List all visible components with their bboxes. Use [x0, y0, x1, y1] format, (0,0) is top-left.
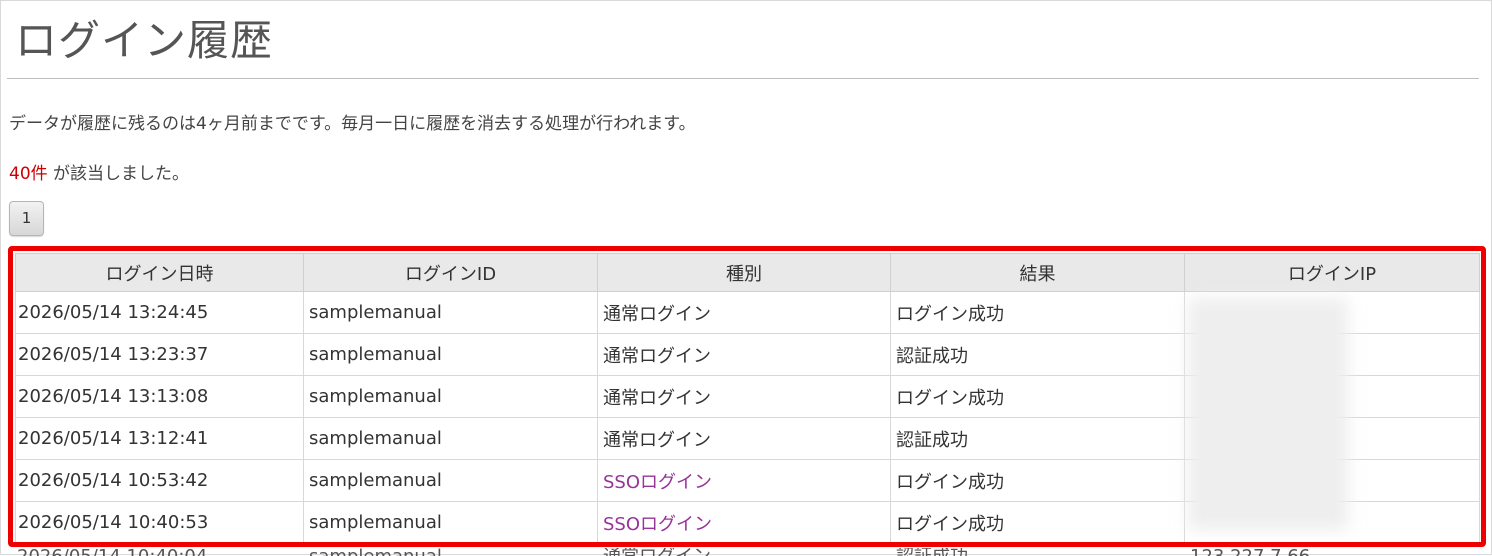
result-count: 40件 — [9, 164, 48, 184]
cell-type: 通常ログイン — [597, 333, 891, 376]
cell-login-id: samplemanual — [303, 375, 598, 418]
column-header-login-id: ログインID — [303, 253, 598, 292]
cell-result: 認証成功 — [890, 417, 1185, 460]
cell-datetime: 2026/05/14 13:12:41 — [15, 417, 304, 460]
cell-result: 認証成功 — [890, 333, 1185, 376]
column-header-type: 種別 — [597, 253, 891, 292]
result-suffix: が該当しました。 — [47, 164, 190, 184]
retention-notice: データが履歴に残るのは4ヶ月前までです。毎月一日に履歴を消去する処理が行われます… — [9, 114, 696, 134]
cell-datetime: 2026/05/14 13:23:37 — [15, 333, 304, 376]
cell-type: 通常ログイン — [597, 291, 891, 334]
cell-result: ログイン成功 — [890, 291, 1185, 334]
column-header-result: 結果 — [890, 253, 1185, 292]
cell-datetime: 2026/05/14 10:53:42 — [15, 459, 304, 502]
cell-login-id: samplemanual — [303, 417, 598, 460]
sso-login-link[interactable]: SSOログイン — [603, 472, 712, 493]
cell-type: 通常ログイン — [597, 375, 891, 418]
page-title: ログイン履歴 — [15, 16, 274, 65]
cell-login-id: samplemanual — [303, 459, 598, 502]
cell-login-id: samplemanual — [303, 501, 598, 544]
cell-result: ログイン成功 — [890, 375, 1185, 418]
cell-type: SSOログイン — [597, 501, 891, 544]
cell-type: SSOログイン — [597, 459, 891, 502]
pagination-page-1-button[interactable]: 1 — [9, 201, 44, 236]
cell-login-id: samplemanual — [303, 333, 598, 376]
cell-login-id: samplemanual — [303, 291, 598, 334]
sso-login-link[interactable]: SSOログイン — [603, 514, 712, 535]
cell-datetime: 2026/05/14 10:40:53 — [15, 501, 304, 544]
cell-datetime: 2026/05/14 13:13:08 — [15, 375, 304, 418]
title-divider — [7, 78, 1479, 79]
column-header-login-ip: ログインIP — [1184, 253, 1480, 292]
cell-result: ログイン成功 — [890, 459, 1185, 502]
cell-datetime: 2026/05/14 13:24:45 — [15, 291, 304, 334]
cell-type: 通常ログイン — [597, 417, 891, 460]
result-summary: 40件 が該当しました。 — [9, 162, 189, 186]
cell-result: ログイン成功 — [890, 501, 1185, 544]
ip-redaction-blur — [1188, 298, 1348, 530]
column-header-datetime: ログイン日時 — [15, 253, 304, 292]
table-header-row: ログイン日時 ログインID 種別 結果 ログインIP — [15, 253, 1480, 292]
